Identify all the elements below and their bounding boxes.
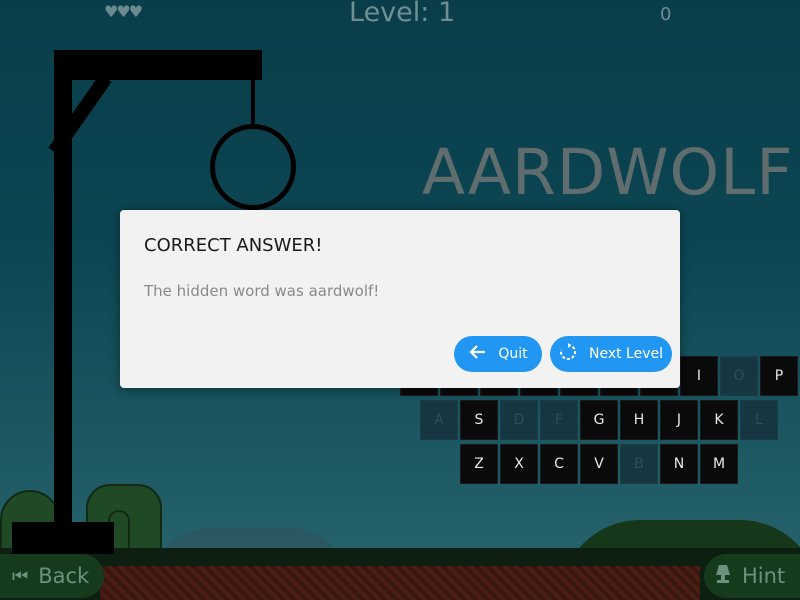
arrow-left-icon <box>468 344 486 365</box>
modal-overlay: CORRECT ANSWER! The hidden word was aard… <box>0 0 800 600</box>
result-dialog: CORRECT ANSWER! The hidden word was aard… <box>120 210 680 388</box>
dialog-title: CORRECT ANSWER! <box>144 235 323 256</box>
quit-button[interactable]: Quit <box>454 336 542 372</box>
next-level-label: Next Level <box>588 346 664 362</box>
quit-label: Quit <box>498 346 528 362</box>
refresh-icon <box>559 342 577 366</box>
next-level-button[interactable]: Next Level <box>550 336 672 372</box>
dialog-message: The hidden word was aardwolf! <box>144 282 380 300</box>
